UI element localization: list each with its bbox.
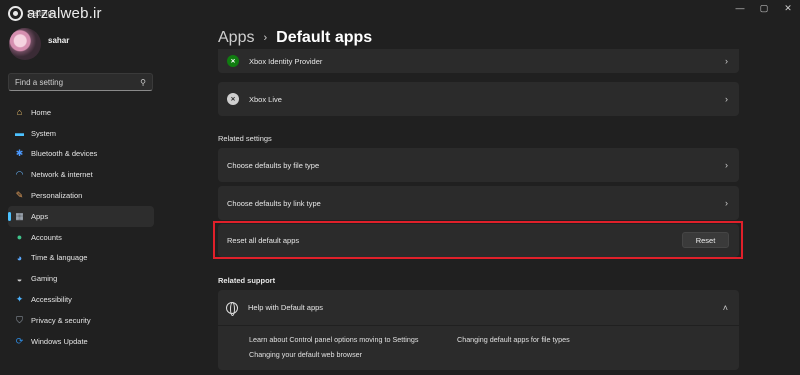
help-default-apps-header[interactable]: Help with Default apps ˄ [218, 290, 739, 326]
sidebar-item-system[interactable]: ▬ System [8, 123, 154, 144]
sidebar-item-apps[interactable]: ▦ Apps [8, 205, 154, 227]
sidebar-nav: ⌂ Home ▬ System ✱ Bluetooth & devices ◠ Network… [8, 102, 154, 352]
sidebar: sahar ⚲ ⌂ Home ▬ System ✱ Bluetooth & devices… [0, 0, 165, 375]
sidebar-item-accounts[interactable]: ● Accounts [8, 227, 154, 248]
search-icon[interactable]: ⚲ [140, 78, 146, 87]
watermark-text: arzalweb.ir [27, 5, 102, 22]
person-icon: ● [16, 232, 23, 243]
help-title: Help with Default apps [248, 303, 324, 312]
breadcrumb-parent[interactable]: Apps [218, 29, 254, 47]
xbox-live-icon: ✕ [227, 93, 239, 105]
choose-defaults-link-type[interactable]: Choose defaults by link type › [218, 186, 739, 220]
related-settings-heading: Related settings [218, 134, 272, 143]
sidebar-item-label: Windows Update [31, 336, 88, 346]
breadcrumb: Apps › Default apps [218, 29, 372, 47]
update-icon: ⟳ [15, 335, 24, 346]
chevron-right-icon: › [725, 160, 728, 170]
sidebar-item-bluetooth-devices[interactable]: ✱ Bluetooth & devices [8, 144, 154, 165]
search-input[interactable] [15, 77, 141, 87]
row-label: Choose defaults by link type [227, 198, 321, 208]
app-row-label: Xbox Live [249, 94, 282, 104]
chevron-right-icon: › [725, 56, 728, 66]
sidebar-item-accessibility[interactable]: ✦ Accessibility [8, 289, 154, 310]
sidebar-item-label: Privacy & security [31, 315, 91, 325]
user-name: sahar [48, 35, 70, 45]
bluetooth-icon: ✱ [15, 148, 24, 159]
search-box[interactable]: ⚲ [8, 73, 153, 91]
app-row-label: Xbox Identity Provider [249, 56, 323, 66]
sidebar-item-network-internet[interactable]: ◠ Network & internet [8, 164, 154, 185]
sidebar-item-personalization[interactable]: ✎ Personalization [8, 185, 154, 206]
page-title: Default apps [276, 29, 373, 46]
link-changing-default-apps[interactable]: Changing default apps for file types [457, 335, 570, 344]
globe-icon [226, 301, 238, 316]
related-support-heading: Related support [218, 276, 276, 285]
sidebar-item-label: Network & internet [31, 170, 93, 180]
xbox-icon: ✕ [227, 55, 239, 67]
sidebar-item-windows-update[interactable]: ⟳ Windows Update [8, 331, 154, 352]
sidebar-item-label: Home [31, 107, 52, 117]
watermark-logo-icon [8, 6, 23, 21]
brush-icon: ✎ [15, 190, 24, 201]
sidebar-item-label: Bluetooth & devices [31, 149, 98, 159]
related-support-panel: Help with Default apps ˄ Learn about Con… [218, 290, 739, 370]
apps-icon: ▦ [15, 210, 24, 221]
minimize-button[interactable]: — [728, 0, 752, 18]
avatar[interactable] [9, 28, 41, 60]
choose-defaults-file-type[interactable]: Choose defaults by file type › [218, 148, 739, 182]
sidebar-item-label: Accessibility [31, 295, 72, 305]
sidebar-item-home[interactable]: ⌂ Home [8, 102, 154, 123]
window-controls: — ▢ ✕ [728, 0, 800, 18]
app-row-xbox-identity-provider[interactable]: ✕ Xbox Identity Provider › [218, 49, 739, 73]
watermark: arzalweb.ir [8, 5, 102, 22]
sidebar-item-gaming[interactable]: ◒ Gaming [8, 268, 154, 289]
close-button[interactable]: ✕ [776, 0, 800, 18]
wifi-icon: ◠ [15, 169, 24, 180]
sidebar-item-label: Personalization [31, 191, 83, 201]
monitor-icon: ▬ [15, 128, 24, 139]
sidebar-item-label: System [31, 128, 57, 138]
chevron-right-icon: › [725, 198, 728, 208]
chevron-right-icon: › [725, 94, 728, 104]
shield-icon: ⛉ [16, 314, 23, 325]
controller-icon: ◒ [16, 273, 23, 284]
link-default-web-browser[interactable]: Changing your default web browser [249, 350, 362, 359]
user-profile[interactable]: sahar [9, 28, 69, 60]
row-label: Choose defaults by file type [227, 160, 320, 170]
sidebar-item-label: Apps [31, 211, 49, 221]
sidebar-item-label: Time & language [31, 253, 88, 263]
sidebar-item-label: Gaming [31, 274, 58, 284]
app-row-xbox-live[interactable]: ✕ Xbox Live › [218, 82, 739, 116]
home-icon: ⌂ [16, 107, 23, 118]
sidebar-item-label: Accounts [31, 232, 62, 242]
accessibility-icon: ✦ [15, 294, 24, 305]
sidebar-item-time-language[interactable]: ◕ Time & language [8, 248, 154, 269]
highlight-box [213, 221, 743, 259]
maximize-button[interactable]: ▢ [752, 0, 776, 18]
sidebar-item-privacy-security[interactable]: ⛉ Privacy & security [8, 310, 154, 331]
globe-clock-icon: ◕ [16, 252, 23, 263]
chevron-up-icon[interactable]: ˄ [723, 303, 728, 313]
link-control-panel-options[interactable]: Learn about Control panel options moving… [249, 335, 418, 344]
breadcrumb-separator-icon: › [263, 32, 268, 44]
